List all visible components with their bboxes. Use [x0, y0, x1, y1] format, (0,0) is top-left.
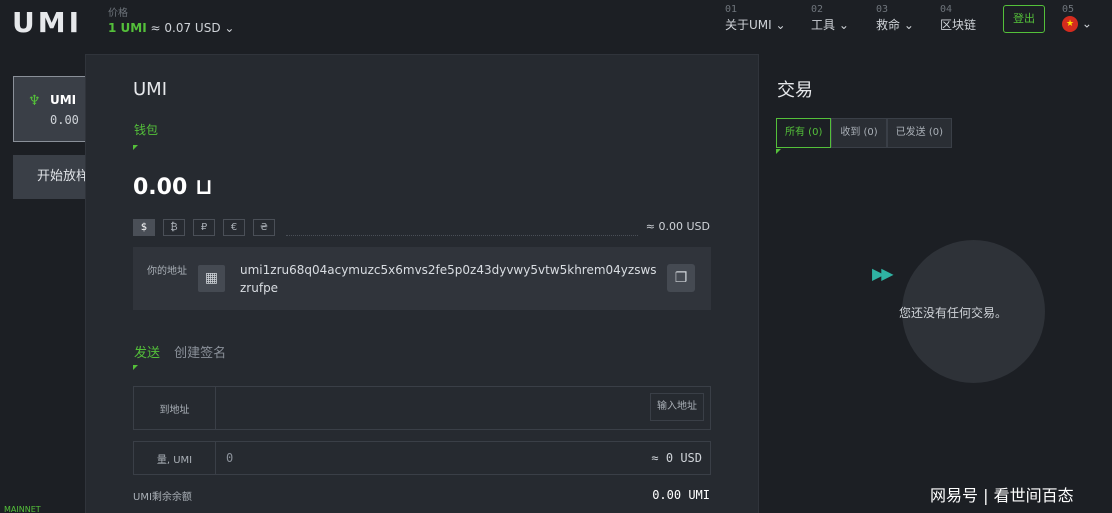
- nav-label: 关于UMI ⌄: [725, 18, 786, 32]
- tab-all[interactable]: 所有 (0): [776, 118, 832, 148]
- empty-state-text: 您还没有任何交易。: [899, 306, 1008, 320]
- tab-received[interactable]: 收到 (0): [831, 118, 887, 148]
- copy-icon[interactable]: ❐: [667, 264, 695, 292]
- umi-logo[interactable]: UMI: [12, 6, 82, 39]
- nav-tools[interactable]: 02 工具 ⌄: [811, 4, 849, 33]
- nav-about[interactable]: 01 关于UMI ⌄: [725, 4, 786, 33]
- network-label: MAINNET: [4, 505, 41, 513]
- currency-rub[interactable]: ₽: [193, 219, 215, 236]
- nav-blockchain[interactable]: 04 区块链: [940, 4, 976, 33]
- transactions-tabs: 所有 (0) 收到 (0) 已发送 (0): [776, 118, 953, 148]
- nav-num: 04: [940, 4, 953, 15]
- nav-help[interactable]: 03 救命 ⌄: [876, 4, 914, 33]
- usd-equivalent: ≈ 0.00 USD: [645, 220, 710, 233]
- currency-eur[interactable]: €: [223, 219, 245, 236]
- address-label: 你的地址: [147, 266, 187, 277]
- transactions-title: 交易: [777, 80, 813, 101]
- wallet-balance: 0.00 ⊔: [133, 175, 213, 200]
- marker-icon: [133, 145, 138, 150]
- tab-sent[interactable]: 已发送 (0): [886, 118, 953, 148]
- wallet-subtitle: 钱包: [134, 123, 159, 137]
- wallet-title: UMI: [133, 79, 168, 100]
- top-bar: UMI 价格 1 UMI ≈ 0.07 USD ⌄ 01 关于UMI ⌄ 02 …: [0, 0, 1112, 50]
- china-flag-icon: ★: [1062, 16, 1078, 32]
- chevron-down-icon: ⌄: [224, 21, 235, 35]
- nav-num: 05: [1062, 4, 1075, 15]
- qr-code-icon[interactable]: ▦: [198, 265, 225, 292]
- currency-usd[interactable]: $: [133, 219, 155, 236]
- to-address-label: 到地址: [134, 387, 216, 429]
- tab-create-signature[interactable]: 创建签名: [174, 346, 226, 361]
- divider: [286, 235, 638, 236]
- play-arrows-icon: ▶▶: [872, 264, 894, 283]
- remaining-label: UMI剩余余额: [133, 492, 192, 503]
- nav-num: 01: [725, 4, 738, 15]
- price-usd: ≈ 0.07 USD: [150, 21, 221, 35]
- address-box: 你的地址 ▦ umi1zru68q04acymuzc5x6mvs2fe5p0z4…: [133, 247, 711, 310]
- price-umi: 1 UMI: [108, 21, 147, 35]
- umi-wallet-icon: ♆: [28, 93, 41, 109]
- amount-field[interactable]: 量, UMI 0 ≈ 0 USD: [133, 441, 711, 475]
- wallet-address: umi1zru68q04acymuzc5x6mvs2fe5p0z43dyvwy5…: [240, 263, 657, 295]
- enter-address-button[interactable]: 输入地址: [650, 393, 704, 421]
- amount-input[interactable]: 0: [226, 442, 233, 474]
- wallet-card-name: UMI: [50, 93, 77, 107]
- amount-label: 量, UMI: [134, 442, 216, 474]
- remaining-value: 0.00 UMI: [652, 488, 710, 502]
- currency-switcher: $ ₿ ₽ € ₴: [133, 219, 275, 236]
- watermark: 网易号 | 看世间百态: [930, 486, 1074, 505]
- price-widget[interactable]: 价格 1 UMI ≈ 0.07 USD ⌄: [108, 4, 234, 35]
- action-tabs: 发送 创建签名: [134, 342, 226, 361]
- wallet-panel: UMI 钱包 0.00 ⊔ $ ₿ ₽ € ₴ ≈ 0.00 USD 你的地址 …: [85, 54, 759, 513]
- nav-label: 救命 ⌄: [876, 18, 914, 32]
- language-selector[interactable]: 05 ★ ⌄: [1062, 4, 1092, 32]
- price-value: 1 UMI ≈ 0.07 USD ⌄: [108, 21, 234, 35]
- logout-button[interactable]: 登出: [1003, 5, 1045, 33]
- price-label: 价格: [108, 8, 128, 19]
- nav-num: 02: [811, 4, 824, 15]
- currency-btc[interactable]: ₿: [163, 219, 185, 236]
- currency-uah[interactable]: ₴: [253, 219, 275, 236]
- nav-label: 区块链: [940, 18, 977, 32]
- marker-icon: [776, 149, 781, 154]
- to-address-field[interactable]: 到地址 输入地址: [133, 386, 711, 430]
- nav-label: ⌄: [1081, 16, 1092, 31]
- nav-num: 03: [876, 4, 889, 15]
- amount-usd: ≈ 0 USD: [651, 451, 702, 465]
- nav-label: 工具 ⌄: [811, 18, 849, 32]
- tab-send[interactable]: 发送: [134, 346, 160, 361]
- marker-icon: [133, 365, 138, 370]
